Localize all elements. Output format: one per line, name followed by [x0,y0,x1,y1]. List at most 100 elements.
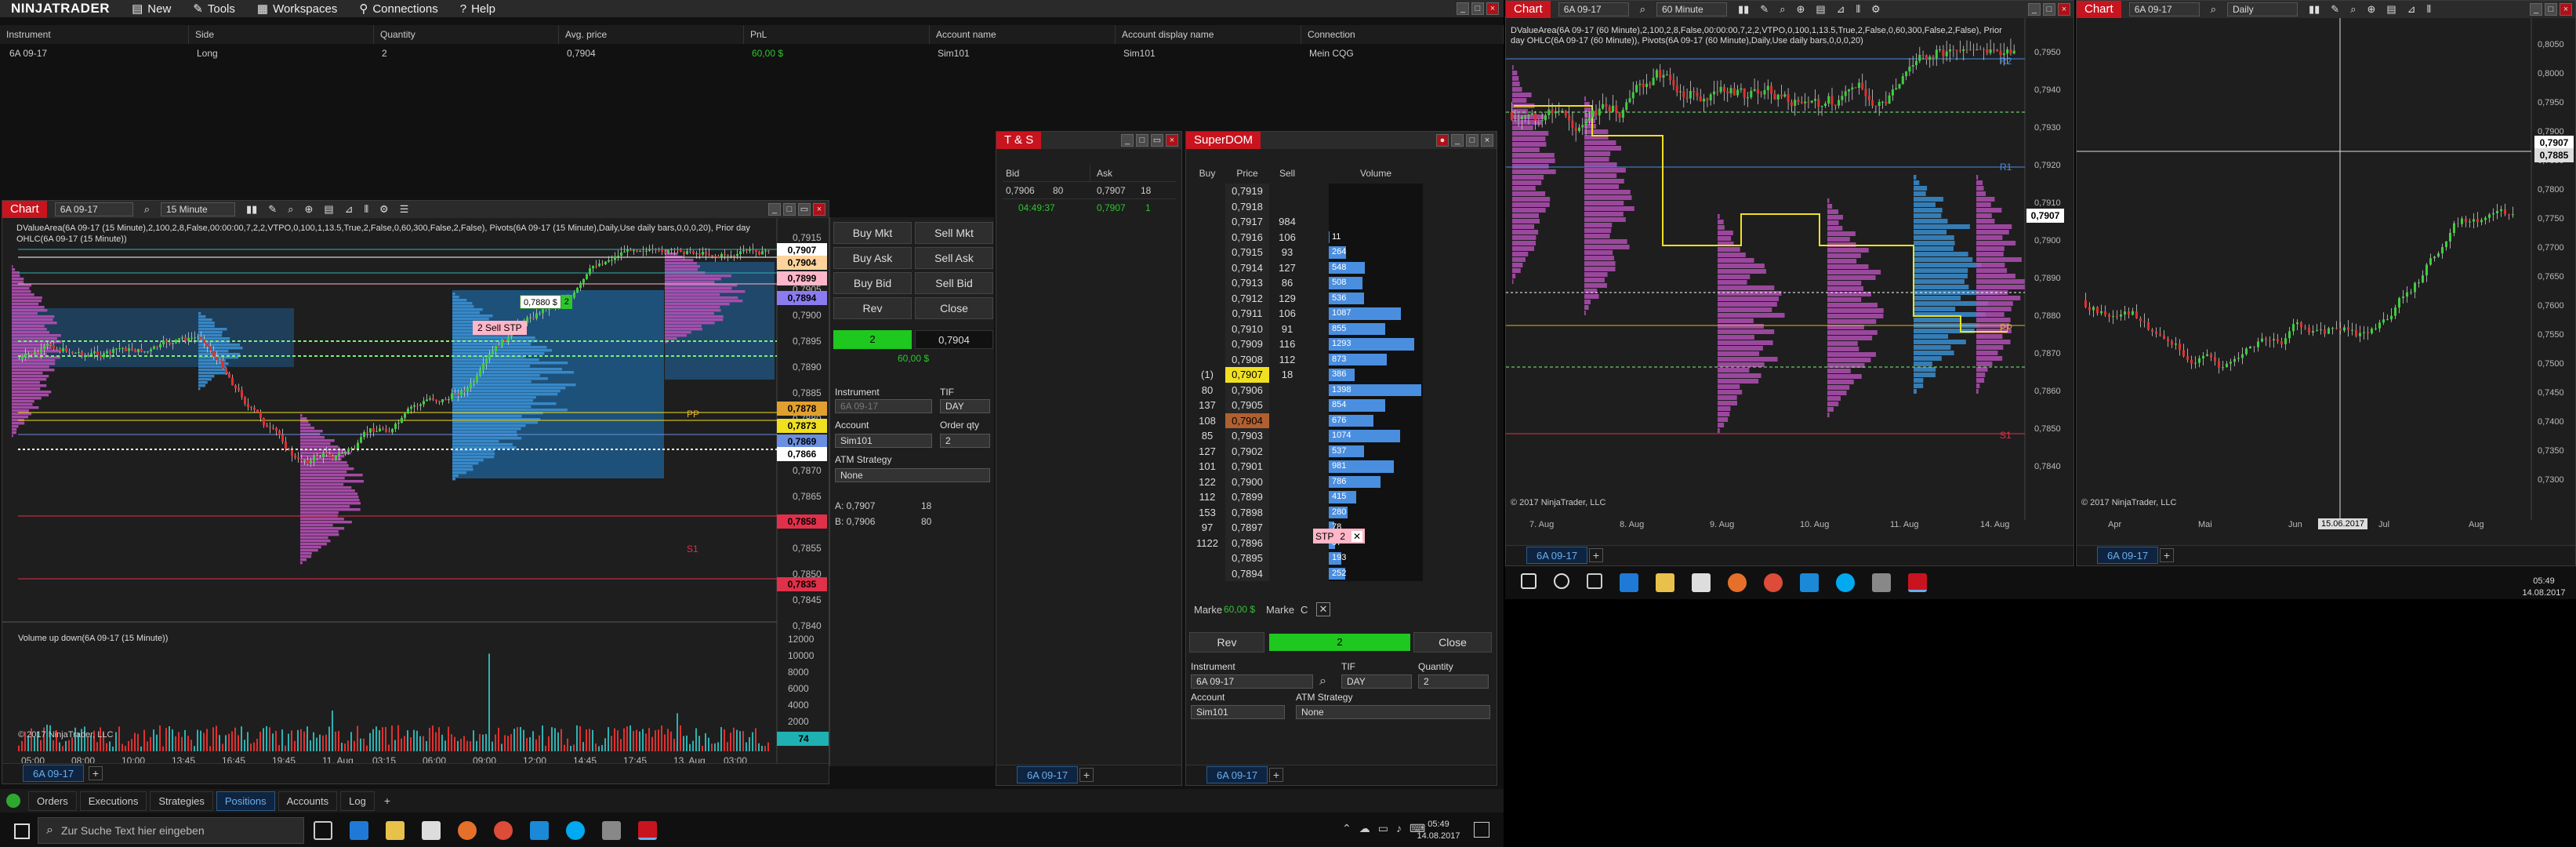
chart3-interval-select[interactable]: Daily [2226,2,2298,16]
dom-account-select[interactable]: Sim101 [1191,705,1285,719]
bar-type-icon[interactable]: ▮▮ [246,203,257,216]
flatten-icon[interactable]: ✕ [1316,602,1330,616]
col-quantity[interactable]: Quantity [374,25,559,44]
chart2-minimize-icon[interactable]: _ [2028,3,2041,16]
firefox-icon[interactable] [1728,573,1747,592]
draw-pencil-icon[interactable]: ✎ [268,203,277,216]
edge-icon[interactable] [1620,573,1638,592]
ts-restore-icon[interactable]: ▭ [1151,134,1163,147]
menu-workspaces[interactable]: ▦ Workspaces [246,2,348,16]
dom-price-row[interactable]: 153 0,7898 280 [1189,504,1495,521]
dom-price-row[interactable]: 137 0,7905 854 [1189,398,1495,413]
dom-close-icon[interactable]: × [1481,134,1493,147]
windows-start-icon[interactable] [14,823,30,839]
chart1-add-tab-button[interactable]: + [89,766,103,780]
dom-buy-cell[interactable]: 101 [1189,459,1225,474]
task-view-icon[interactable] [1587,573,1602,589]
dom-buy-cell[interactable]: 1122 [1189,536,1225,551]
edge-icon[interactable] [350,821,368,840]
add-tab-button[interactable]: + [378,793,397,809]
dom-sell-cell[interactable] [1269,398,1305,413]
dom-price-row[interactable]: 0,7914 127 548 [1189,260,1495,276]
ninjatrader-icon[interactable] [638,821,657,840]
close-icon[interactable]: × [1486,2,1499,15]
dom-sell-cell[interactable]: 127 [1269,260,1305,276]
tray-volume-icon[interactable]: ♪ [1396,822,1402,835]
dom-sell-cell[interactable] [1269,413,1305,429]
dom-buy-cell[interactable]: 80 [1189,383,1225,398]
dom-sell-cell[interactable] [1269,520,1305,536]
ct-instrument-select[interactable]: 6A 09-17 [835,399,932,413]
chart-trader-icon[interactable]: ⫴ [365,203,368,216]
dom-buy-cell[interactable]: 112 [1189,489,1225,505]
dom-sell-cell[interactable] [1269,199,1305,215]
skype-icon[interactable] [566,821,585,840]
dom-tif-select[interactable]: DAY [1341,674,1412,689]
chart2-instrument-select[interactable]: 6A 09-17 [1558,2,1629,16]
chart1-close-icon[interactable]: × [813,203,825,216]
dom-buy-cell[interactable] [1189,322,1225,337]
chart3-maximize-icon[interactable]: □ [2545,3,2557,16]
ct-tif-select[interactable]: DAY [940,399,990,413]
cancel-order-icon[interactable]: ✕ [1351,530,1363,542]
dom-minimize-icon[interactable]: _ [1451,134,1464,147]
dom-maximize-icon[interactable]: □ [1466,134,1478,147]
dom-buy-cell[interactable] [1189,245,1225,260]
sell-mkt-button[interactable]: Sell Mkt [915,222,993,244]
chart3-close-icon[interactable]: × [2560,3,2572,16]
tray-network-icon[interactable]: ▭ [1378,822,1388,835]
dom-buy-cell[interactable]: 85 [1189,428,1225,444]
chart1-interval-select[interactable]: 15 Minute [160,202,235,216]
crosshair-icon[interactable]: ⊕ [304,203,313,216]
col-instrument[interactable]: Instrument [0,25,189,44]
chart-trader-icon[interactable]: ⫴ [2427,3,2431,16]
chart3-plot-area[interactable]: 0,80500,80000,79500,79000,78500,78000,77… [2077,18,2575,543]
dom-price-row[interactable]: 0,7912 129 536 [1189,290,1495,307]
dom-sell-cell[interactable] [1269,489,1305,505]
col-connection[interactable]: Connection [1301,25,1504,44]
bar-type-icon[interactable]: ▮▮ [2309,3,2320,16]
chart2-plot-area[interactable]: DValueArea(6A 09-17 (60 Minute),2,100,2,… [1506,18,2073,543]
chart1-maximize-icon[interactable]: □ [783,203,796,216]
dom-sell-cell[interactable] [1269,474,1305,490]
ct-order-qty[interactable]: 2 [940,434,990,448]
indicators-icon[interactable]: ▤ [1816,3,1825,16]
dom-buy-cell[interactable] [1189,336,1225,352]
store-icon[interactable] [422,821,441,840]
task-view-icon[interactable] [314,821,332,840]
dom-price-row[interactable]: 0,7894 252 [1189,565,1495,582]
tab-strategies[interactable]: Strategies [150,791,213,811]
dom-sell-cell[interactable]: 984 [1269,214,1305,230]
dom-buy-cell[interactable]: 127 [1189,444,1225,460]
col-avg-price[interactable]: Avg. price [559,25,744,44]
dom-price-row[interactable]: (1) 0,7907 18 386 [1189,367,1495,383]
dom-buy-cell[interactable]: (1) [1189,367,1225,383]
dom-buy-cell[interactable] [1189,291,1225,307]
crosshair-icon[interactable]: ⊕ [1796,3,1805,16]
col-pnl[interactable]: PnL [744,25,930,44]
dom-price-row[interactable]: 0,7918 [1189,198,1495,215]
properties-icon[interactable]: ⚙ [379,203,389,216]
chart2-close-icon[interactable]: × [2058,3,2070,16]
dom-price-row[interactable]: 0,7915 93 264 [1189,245,1495,260]
dom-sell-cell[interactable] [1269,566,1305,582]
ts-close-icon[interactable]: × [1166,134,1178,147]
buy-mkt-button[interactable]: Buy Mkt [833,222,912,244]
dom-price-row[interactable]: 0,7917 984 [1189,214,1495,230]
buy-ask-button[interactable]: Buy Ask [833,247,912,269]
rev-button[interactable]: Rev [833,297,912,319]
dom-sell-cell[interactable] [1269,505,1305,521]
notification-icon[interactable] [1474,822,1489,838]
col-account-display-name[interactable]: Account display name [1116,25,1301,44]
dom-price-row[interactable]: 0,7909 116 1293 [1189,336,1495,352]
dom-sell-cell[interactable] [1269,444,1305,460]
ts-tab[interactable]: 6A 09-17 [1017,766,1079,783]
dom-sell-cell[interactable]: 91 [1269,322,1305,337]
dom-atm-select[interactable]: None [1296,705,1490,719]
dom-search-icon[interactable]: ⌕ [1319,674,1326,689]
indicators-icon[interactable]: ▤ [324,203,333,216]
zoom-icon[interactable]: ⌕ [2350,3,2356,16]
store-icon[interactable] [1692,573,1711,592]
strategies-icon[interactable]: ⊿ [345,203,354,216]
ninjatrader-icon[interactable] [1908,573,1927,592]
